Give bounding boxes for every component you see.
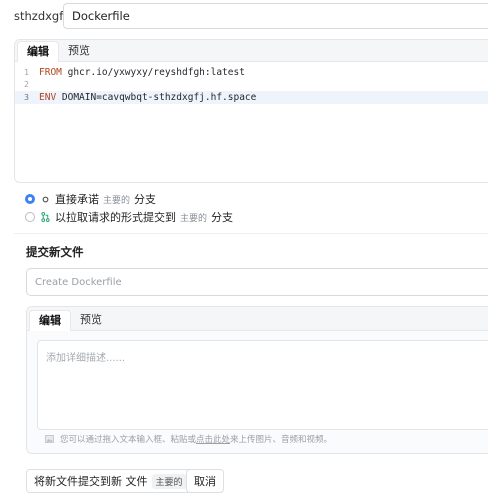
upload-hint-prefix: 您可以通过拖入文本输入框、粘贴或	[60, 435, 197, 445]
commit-new-file-button[interactable]: 将新文件提交到新 文件 主要的	[26, 469, 195, 493]
commit-direct-radio[interactable]	[25, 194, 35, 204]
commit-direct-option[interactable]: 直接承诺 主要的 分支	[25, 192, 156, 206]
file-editor-page: sthzdxgfj// 编辑 预览 1 FROM ghcr.io/yxwyxy/…	[0, 0, 488, 500]
code-line[interactable]: 1 FROM ghcr.io/yxwyxy/reyshdfgh:latest	[15, 66, 488, 79]
branch-chip: 主要的	[103, 195, 131, 206]
section-divider	[14, 233, 488, 234]
commit-icon	[42, 196, 49, 202]
code-keyword: ENV	[39, 91, 57, 103]
upload-click-link[interactable]: 点击此处	[196, 433, 230, 445]
editor-tabbar: 编辑 预览	[15, 40, 488, 62]
upload-hint: 您可以通过拖入文本输入框、粘贴或 点击此处 来上传图片、音频和视频。	[45, 433, 332, 445]
code-editor: 编辑 预览 1 FROM ghcr.io/yxwyxy/reyshdfgh:la…	[14, 39, 488, 183]
commit-direct-suffix: 分支	[134, 193, 157, 206]
code-area[interactable]: 1 FROM ghcr.io/yxwyxy/reyshdfgh:latest 2…	[15, 62, 488, 104]
commit-description-editor: 编辑 预览 您可以通过拖入文本输入框、粘贴或 点击此处 来上传图片、音频和视频。	[26, 306, 488, 454]
commit-summary-input[interactable]	[26, 268, 488, 296]
commit-pr-radio[interactable]	[25, 212, 35, 222]
branch-chip: 主要的	[151, 473, 187, 489]
code-content: ghcr.io/yxwyxy/reyshdfgh:latest	[61, 66, 245, 78]
code-line-text: FROM ghcr.io/yxwyxy/reyshdfgh:latest	[39, 67, 245, 78]
filename-input[interactable]	[63, 3, 488, 29]
tab-edit[interactable]: 编辑	[17, 41, 59, 62]
line-number: 1	[24, 67, 29, 77]
upload-hint-suffix: 来上传图片、音频和视频。	[230, 435, 333, 445]
cancel-button[interactable]: 取消	[186, 469, 224, 493]
commit-pr-option[interactable]: 以拉取请求的形式提交到 主要的 分支	[25, 210, 233, 224]
line-number: 3	[24, 92, 29, 102]
commit-pr-label: 以拉取请求的形式提交到	[55, 211, 176, 224]
image-icon	[45, 435, 54, 443]
code-keyword: FROM	[39, 66, 62, 78]
code-line[interactable]: 2	[15, 79, 488, 92]
cancel-button-label: 取消	[194, 475, 216, 488]
commit-pr-suffix: 分支	[211, 211, 234, 224]
tab-preview[interactable]: 预览	[59, 41, 99, 61]
pull-request-icon	[41, 212, 50, 222]
code-line-active[interactable]: 3 ENV DOMAIN=cavqwbqt-sthzdxgfj.hf.space	[15, 91, 488, 104]
tab-edit[interactable]: 编辑	[29, 310, 71, 331]
description-textarea[interactable]	[37, 340, 488, 430]
line-number: 2	[24, 80, 29, 90]
tab-preview[interactable]: 预览	[71, 310, 111, 330]
description-tabbar: 编辑 预览	[27, 307, 488, 331]
branch-chip: 主要的	[180, 213, 208, 224]
code-line-text: ENV DOMAIN=cavqwbqt-sthzdxgfj.hf.space	[39, 92, 256, 103]
commit-button-label: 将新文件提交到新 文件	[34, 475, 148, 488]
commit-section-title: 提交新文件	[26, 245, 84, 259]
commit-direct-label: 直接承诺	[55, 193, 99, 206]
code-content: DOMAIN=cavqwbqt-sthzdxgfj.hf.space	[56, 91, 257, 103]
